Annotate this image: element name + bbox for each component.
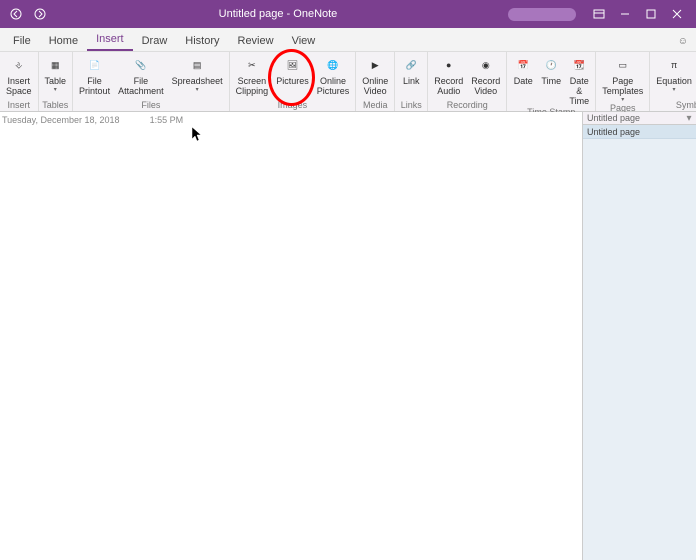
table-button[interactable]: ▦Table▾ — [41, 54, 71, 100]
maximize-icon[interactable] — [640, 3, 662, 25]
group-label-media: Media — [358, 100, 392, 111]
back-icon[interactable] — [8, 6, 24, 22]
tab-home[interactable]: Home — [40, 31, 87, 51]
time-icon: 🕐 — [546, 57, 557, 75]
spreadsheet-button[interactable]: ▤Spreadsheet▾ — [168, 54, 227, 100]
minimize-icon[interactable] — [614, 3, 636, 25]
tab-insert[interactable]: Insert — [87, 29, 133, 51]
date-icon: 📅 — [518, 57, 529, 75]
file-attachment-icon: 📎 — [135, 57, 146, 75]
window-title: Untitled page - OneNote — [48, 8, 508, 20]
record-video-icon: ◉ — [482, 57, 490, 75]
smiley-feedback-icon[interactable]: ☺ — [670, 32, 696, 51]
ribbon-display-icon[interactable] — [588, 3, 610, 25]
ribbon-tabs: FileHomeInsertDrawHistoryReviewView ☺ — [0, 28, 696, 52]
link-button[interactable]: 🔗Link — [397, 54, 425, 100]
date-time-button[interactable]: 📆Date &Time — [565, 54, 593, 107]
group-label-links: Links — [397, 100, 425, 111]
page-templates-button[interactable]: ▭PageTemplates▾ — [598, 54, 647, 103]
online-video-button[interactable]: ▶OnlineVideo — [358, 54, 392, 100]
link-icon: 🔗 — [406, 57, 417, 75]
screen-clipping-icon: ✂ — [248, 57, 256, 75]
page-date: Tuesday, December 18, 2018 — [2, 115, 120, 125]
tab-review[interactable]: Review — [229, 31, 283, 51]
equation-button[interactable]: πEquation▾ — [652, 54, 696, 100]
insert-space-icon: ⎀ — [15, 57, 22, 75]
tab-file[interactable]: File — [4, 31, 40, 51]
file-printout-icon: 📄 — [89, 57, 100, 75]
group-label-files: Files — [75, 100, 227, 111]
online-pictures-button[interactable]: 🌐OnlinePictures — [313, 54, 354, 100]
page-list-panel: Untitled page ▾ Untitled page — [582, 112, 696, 560]
record-audio-button[interactable]: ●RecordAudio — [430, 54, 467, 100]
cursor-icon — [192, 127, 203, 146]
online-pictures-icon: 🌐 — [327, 57, 338, 75]
page-list-item[interactable]: Untitled page — [583, 125, 696, 139]
file-attachment-button[interactable]: 📎FileAttachment — [114, 54, 168, 100]
file-printout-button[interactable]: 📄FilePrintout — [75, 54, 114, 100]
record-audio-icon: ● — [446, 57, 451, 75]
group-label-images: Images — [232, 100, 354, 111]
equation-icon: π — [671, 57, 677, 75]
page-canvas[interactable]: Tuesday, December 18, 2018 1:55 PM — [0, 112, 582, 560]
tab-history[interactable]: History — [176, 31, 228, 51]
insert-space-button[interactable]: ⎀InsertSpace — [2, 54, 36, 100]
page-templates-icon: ▭ — [619, 57, 628, 75]
panel-header-label: Untitled page — [587, 113, 640, 123]
online-video-icon: ▶ — [372, 57, 379, 75]
page-time: 1:55 PM — [150, 115, 184, 125]
time-button[interactable]: 🕐Time — [537, 54, 565, 107]
group-label-insert: Insert — [2, 100, 36, 111]
tab-draw[interactable]: Draw — [133, 31, 177, 51]
close-icon[interactable] — [666, 3, 688, 25]
tab-view[interactable]: View — [283, 31, 325, 51]
table-icon: ▦ — [51, 57, 60, 75]
sync-progress — [508, 8, 576, 21]
date-time-icon: 📆 — [574, 57, 585, 75]
titlebar: Untitled page - OneNote — [0, 0, 696, 28]
screen-clipping-button[interactable]: ✂ScreenClipping — [232, 54, 273, 100]
ribbon: ⎀InsertSpaceInsert ▦Table▾Tables 📄FilePrin… — [0, 52, 696, 112]
pictures-icon: 🖼 — [287, 57, 298, 75]
forward-icon[interactable] — [32, 6, 48, 22]
date-button[interactable]: 📅Date — [509, 54, 537, 107]
group-label-symbols: Symbols — [652, 100, 696, 111]
add-page-button[interactable]: ▾ — [682, 113, 696, 124]
pictures-button[interactable]: 🖼Pictures — [272, 54, 313, 100]
group-label-recording: Recording — [430, 100, 504, 111]
group-label-tables: Tables — [41, 100, 71, 111]
record-video-button[interactable]: ◉RecordVideo — [467, 54, 504, 100]
spreadsheet-icon: ▤ — [193, 57, 202, 75]
